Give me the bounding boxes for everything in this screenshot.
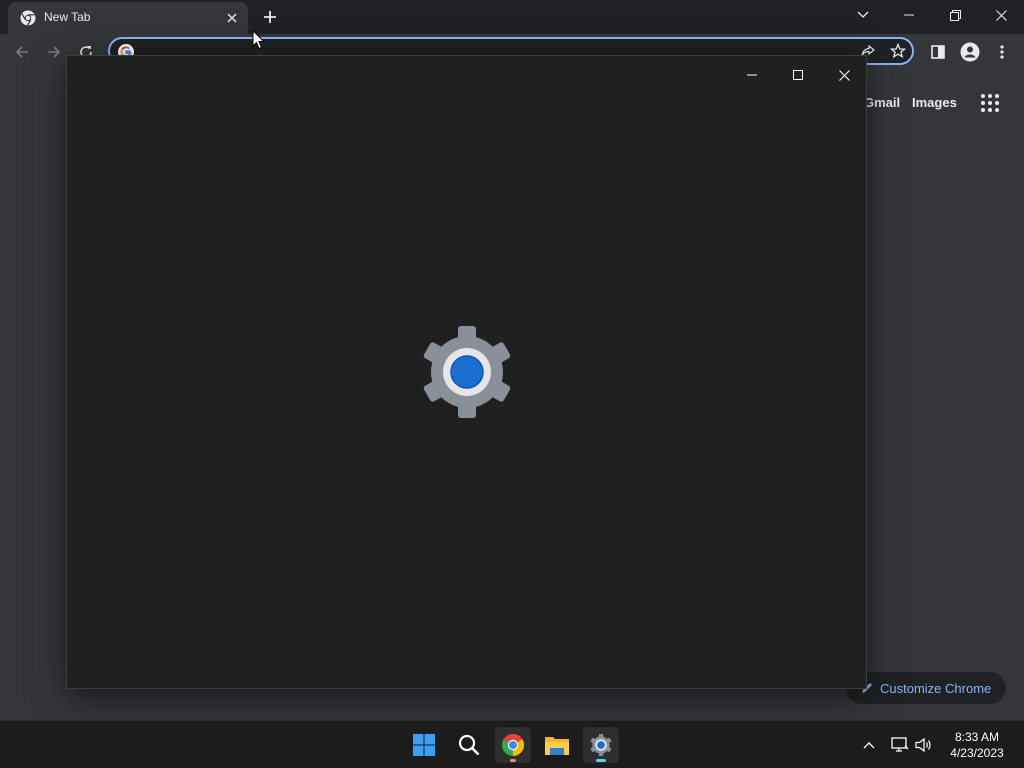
plus-icon <box>264 11 276 23</box>
forward-button[interactable] <box>42 40 66 64</box>
volume-button[interactable] <box>914 735 934 755</box>
close-icon <box>227 13 237 23</box>
profile-icon <box>960 42 980 62</box>
images-link[interactable]: Images <box>912 95 957 110</box>
customize-chrome-button[interactable]: Customize Chrome <box>846 672 1006 704</box>
minimize-icon <box>747 74 757 76</box>
tab-close-button[interactable] <box>222 8 242 28</box>
taskbar-clock[interactable]: 8:33 AM 4/23/2023 <box>940 729 1014 761</box>
search-button[interactable] <box>451 727 487 763</box>
restore-button[interactable] <box>932 0 978 30</box>
windows-logo-icon <box>413 734 435 756</box>
mouse-cursor <box>252 30 266 50</box>
customize-chrome-label: Customize Chrome <box>880 680 992 696</box>
chrome-icon <box>20 10 36 26</box>
back-button[interactable] <box>10 40 34 64</box>
more-vert-icon <box>1000 45 1004 59</box>
start-button[interactable] <box>406 727 442 763</box>
arrow-left-icon <box>15 46 28 58</box>
running-indicator <box>510 759 516 762</box>
splash-minimize-button[interactable] <box>729 60 775 90</box>
side-panel-icon <box>931 45 945 59</box>
arrow-right-icon <box>48 46 61 58</box>
speaker-icon <box>915 737 931 753</box>
taskbar-settings[interactable] <box>583 727 619 763</box>
google-apps-button[interactable] <box>978 91 1002 115</box>
profile-button[interactable] <box>958 40 982 64</box>
network-button[interactable] <box>890 735 910 755</box>
tab-new-tab[interactable]: New Tab <box>8 2 248 34</box>
folder-icon <box>545 737 569 755</box>
maximize-icon <box>793 70 803 80</box>
chevron-up-icon <box>863 742 875 749</box>
search-icon <box>458 734 480 756</box>
network-icon <box>891 737 909 752</box>
tab-strip: New Tab <box>0 0 1024 34</box>
settings-gear-icon <box>590 733 612 757</box>
close-icon <box>995 9 1007 21</box>
menu-button[interactable] <box>990 40 1014 64</box>
star-icon <box>890 43 906 59</box>
tab-title: New Tab <box>44 10 91 24</box>
taskbar-file-explorer[interactable] <box>539 727 575 763</box>
tab-search-button[interactable] <box>840 0 886 30</box>
minimize-icon <box>904 14 914 16</box>
taskbar-chrome[interactable] <box>495 727 531 763</box>
chrome-icon <box>502 734 524 756</box>
gmail-link[interactable]: Gmail <box>864 95 900 110</box>
close-window-button[interactable] <box>978 0 1024 30</box>
close-icon <box>838 69 850 81</box>
apps-grid-icon <box>981 94 999 112</box>
side-panel-button[interactable] <box>926 40 950 64</box>
clock-time: 8:33 AM <box>954 730 1000 744</box>
taskbar: 8:33 AM 4/23/2023 <box>0 720 1024 768</box>
new-tab-button[interactable] <box>258 5 282 29</box>
minimize-button[interactable] <box>886 0 932 30</box>
splash-maximize-button[interactable] <box>775 60 821 90</box>
settings-splash-window[interactable] <box>66 55 867 689</box>
splash-close-button[interactable] <box>821 60 867 90</box>
chevron-down-icon <box>857 11 869 18</box>
running-indicator <box>596 759 606 762</box>
clock-date: 4/23/2023 <box>950 746 1004 760</box>
bookmark-button[interactable] <box>886 39 910 63</box>
restore-icon <box>949 9 961 21</box>
settings-gear-icon <box>423 326 511 418</box>
show-hidden-icons-button[interactable] <box>859 735 879 755</box>
